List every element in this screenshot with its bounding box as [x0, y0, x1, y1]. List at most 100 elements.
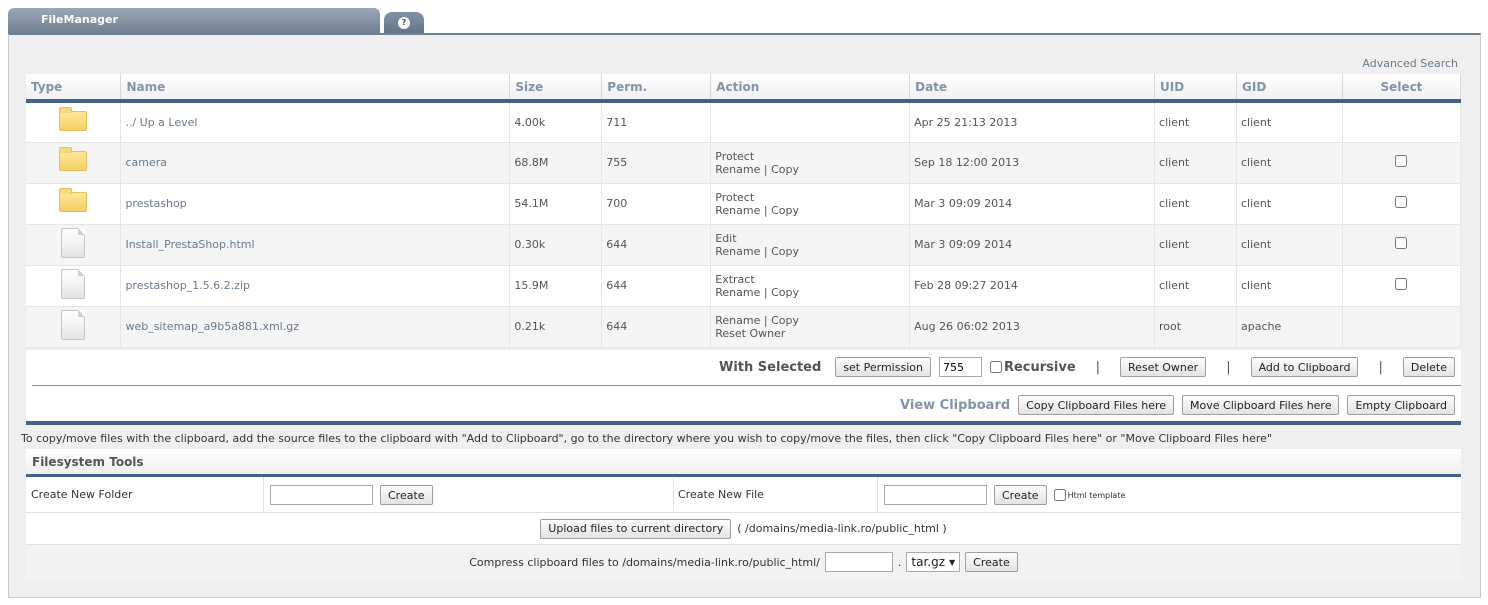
reset-owner-button[interactable]: Reset Owner — [1120, 357, 1207, 377]
perm-cell: 755 — [601, 142, 712, 184]
type-cell — [26, 142, 122, 184]
html-template-label: Html template — [1067, 490, 1126, 500]
size-cell: 54.1M — [509, 183, 603, 225]
select-cell — [1342, 265, 1462, 307]
col-date[interactable]: Date — [909, 74, 1156, 103]
action-link-edit[interactable]: Edit — [715, 232, 736, 245]
html-template-option: Html template — [1053, 489, 1126, 501]
upload-row: Upload files to current directory ( /dom… — [26, 513, 1461, 545]
compress-row: Compress clipboard files to /domains/med… — [26, 545, 1461, 579]
col-uid[interactable]: UID — [1154, 74, 1237, 103]
col-size[interactable]: Size — [509, 74, 603, 103]
compress-create-button[interactable]: Create — [965, 552, 1018, 572]
file-icon[interactable] — [61, 310, 86, 340]
table-row: prestashop_1.5.6.2.zip 15.9M 644 Extract Ren… — [26, 265, 1462, 307]
compress-filename-input[interactable] — [824, 552, 893, 572]
add-to-clipboard-button[interactable]: Add to Clipboard — [1250, 357, 1359, 377]
file-name-link[interactable]: prestashop_1.5.6.2.zip — [125, 279, 250, 292]
action-link-rename[interactable]: Rename — [715, 286, 760, 299]
table-row: prestashop 54.1M 700 Protect Rename | Copy Ma… — [26, 183, 1462, 225]
file-name-link[interactable]: prestashop — [125, 197, 186, 210]
permission-input[interactable] — [938, 357, 982, 377]
action-link-rename[interactable]: Rename — [715, 245, 760, 258]
action-line: Protect — [715, 150, 909, 163]
upload-path: ( /domains/media-link.ro/public_html ) — [737, 522, 947, 535]
clipboard-help-text: To copy/move files with the clipboard, a… — [21, 432, 1272, 445]
folder-icon[interactable] — [59, 106, 88, 131]
action-link-rename[interactable]: Rename — [715, 314, 760, 327]
select-cell — [1342, 306, 1462, 348]
action-line: Rename | Copy — [715, 163, 909, 176]
file-name-link[interactable]: web_sitemap_a9b5a881.xml.gz — [125, 320, 299, 333]
gid-cell: client — [1236, 265, 1343, 307]
table-row: Install_PrestaShop.html 0.30k 644 Edit Renam… — [26, 224, 1462, 266]
delete-button[interactable]: Delete — [1402, 357, 1455, 377]
new-folder-input[interactable] — [270, 485, 373, 505]
size-cell: 15.9M — [509, 265, 603, 307]
file-icon[interactable] — [61, 269, 86, 299]
advanced-search-link[interactable]: Advanced Search — [1362, 57, 1458, 70]
col-type[interactable]: Type — [26, 74, 122, 103]
file-name-link[interactable]: Install_PrestaShop.html — [125, 238, 254, 251]
action-link-protect[interactable]: Protect — [715, 191, 754, 204]
action-line: Rename | Copy — [715, 286, 909, 299]
table-row: web_sitemap_a9b5a881.xml.gz 0.21k 644 Renam… — [26, 306, 1462, 348]
create-file-label: Create New File — [678, 488, 764, 501]
file-name-link[interactable]: ../ Up a Level — [125, 116, 197, 129]
file-icon[interactable] — [61, 228, 86, 258]
folder-icon[interactable] — [59, 188, 88, 212]
action-link-copy[interactable]: Copy — [771, 314, 799, 327]
folder-icon[interactable] — [59, 147, 88, 171]
action-link-protect[interactable]: Protect — [715, 150, 754, 163]
gid-cell: client — [1236, 224, 1343, 266]
copy-clipboard-button[interactable]: Copy Clipboard Files here — [1018, 395, 1175, 415]
action-line: Reset Owner — [715, 327, 909, 340]
action-link-reset-owner[interactable]: Reset Owner — [715, 327, 785, 340]
action-separator: | — [760, 162, 772, 176]
archive-format-select[interactable]: tar.gz ▼ — [906, 552, 961, 572]
move-clipboard-button[interactable]: Move Clipboard Files here — [1182, 395, 1340, 415]
new-file-input[interactable] — [884, 485, 987, 505]
action-line: Extract — [715, 273, 909, 286]
action-cell: Rename | Copy Reset Owner — [710, 306, 911, 348]
action-link-copy[interactable]: Copy — [771, 245, 799, 258]
select-checkbox[interactable] — [1395, 196, 1408, 208]
select-checkbox[interactable] — [1395, 278, 1408, 290]
action-link-copy[interactable]: Copy — [771, 163, 799, 176]
action-link-extract[interactable]: Extract — [715, 273, 754, 286]
type-cell — [26, 224, 122, 266]
action-link-copy[interactable]: Copy — [771, 204, 799, 217]
html-template-checkbox[interactable] — [1053, 489, 1066, 501]
action-line: Rename | Copy — [715, 204, 909, 217]
select-checkbox[interactable] — [1395, 237, 1408, 249]
file-name-link[interactable]: camera — [125, 156, 167, 169]
create-folder-button[interactable]: Create — [380, 485, 433, 505]
type-cell — [26, 183, 122, 225]
date-cell: Mar 3 09:09 2014 — [909, 224, 1156, 266]
recursive-checkbox[interactable] — [989, 361, 1002, 373]
col-perm[interactable]: Perm. — [601, 74, 712, 103]
upload-files-button[interactable]: Upload files to current directory — [540, 518, 732, 539]
create-file-button[interactable]: Create — [994, 485, 1047, 505]
action-link-rename[interactable]: Rename — [715, 163, 760, 176]
action-link-copy[interactable]: Copy — [771, 286, 799, 299]
view-clipboard-link[interactable]: View Clipboard — [900, 398, 1010, 413]
gid-cell: client — [1236, 183, 1343, 225]
type-cell — [26, 306, 122, 348]
select-checkbox[interactable] — [1395, 155, 1408, 167]
tab-filemanager[interactable]: FileManager — [8, 8, 380, 34]
set-permission-button[interactable]: set Permission — [835, 357, 931, 377]
cell-divider — [673, 477, 674, 512]
empty-clipboard-button[interactable]: Empty Clipboard — [1347, 395, 1455, 415]
help-icon[interactable]: ? — [398, 17, 410, 29]
col-gid[interactable]: GID — [1236, 74, 1343, 103]
file-table: Type Name Size Perm. Action Date UID GID… — [26, 74, 1462, 348]
type-cell — [26, 101, 122, 143]
help-tab[interactable]: ? — [384, 12, 424, 34]
action-cell: Extract Rename | Copy — [710, 265, 911, 307]
action-link-rename[interactable]: Rename — [715, 204, 760, 217]
tab-bar: FileManager ? — [8, 8, 1481, 34]
col-name[interactable]: Name — [120, 74, 511, 103]
cell-divider — [263, 477, 264, 512]
divider — [32, 385, 1461, 386]
